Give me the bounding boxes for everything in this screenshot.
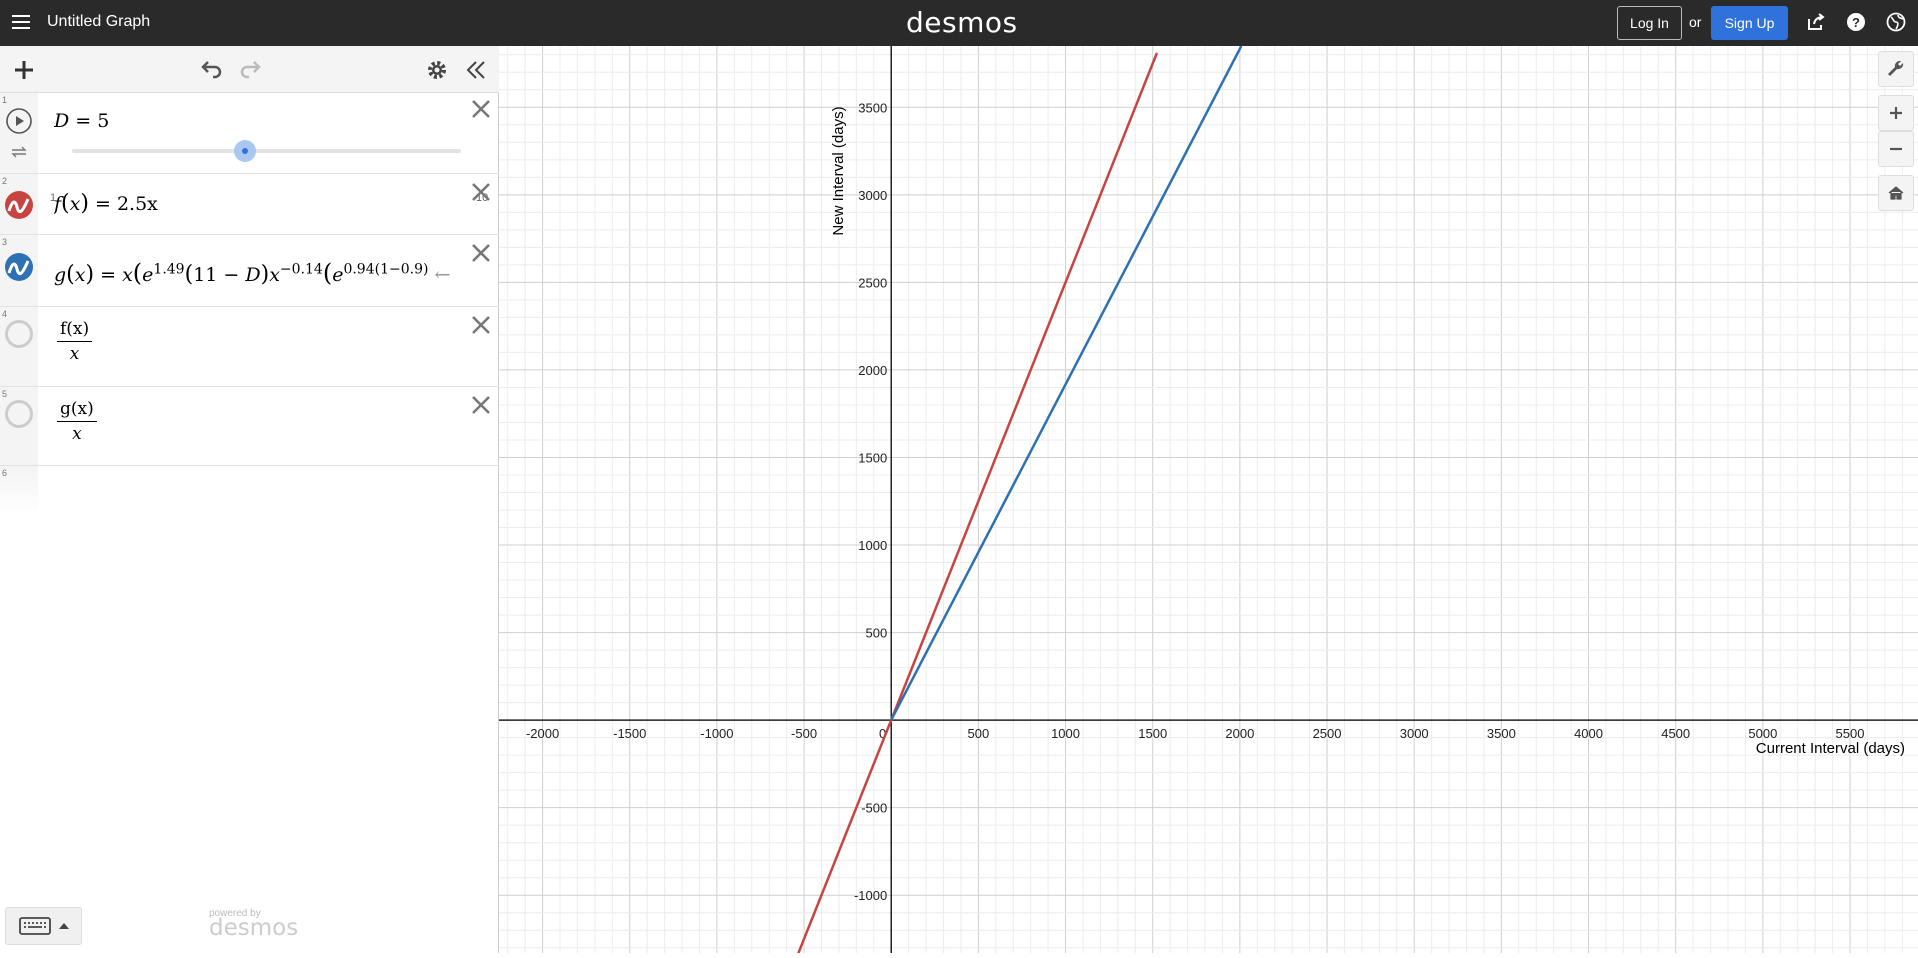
series-line-f <box>796 52 1159 956</box>
blue-graph-toggle-icon[interactable] <box>4 252 34 287</box>
expression-gutter: 6 <box>0 466 38 516</box>
x-tick-label: 1000 <box>1051 726 1080 741</box>
delete-expression-icon[interactable] <box>469 393 493 417</box>
slider-track[interactable] <box>72 140 461 162</box>
slider-expression[interactable]: D = 5 <box>54 110 109 132</box>
share-icon[interactable] <box>1806 12 1828 34</box>
x-tick-label: 4000 <box>1574 726 1603 741</box>
undo-icon[interactable] <box>197 56 225 84</box>
y-tick-label: -500 <box>861 801 887 816</box>
x-tick-label: -1000 <box>700 726 733 741</box>
expression-number: 4 <box>2 309 8 319</box>
fraction-numerator: g(x) <box>57 399 97 422</box>
expression-f-formula[interactable]: f(x) = 2.5x <box>54 191 158 216</box>
y-tick-label: 1500 <box>858 450 887 465</box>
expression-row-empty[interactable]: 6 <box>0 466 499 516</box>
expression-number: 5 <box>2 389 8 399</box>
x-tick-label: 2000 <box>1225 726 1254 741</box>
graph-settings-wrench-icon[interactable] <box>1878 51 1914 87</box>
expression-row-slider[interactable]: 1 D = 5 1 10 <box>0 93 499 204</box>
desmos-logo: desmos <box>906 6 1018 39</box>
x-tick-label: 2500 <box>1313 726 1342 741</box>
y-axis-label: New Interval (days) <box>830 106 847 235</box>
login-button[interactable]: Log In <box>1617 6 1682 40</box>
menu-icon[interactable] <box>10 11 32 33</box>
graph-title[interactable]: Untitled Graph <box>47 13 150 31</box>
collapse-panel-icon[interactable] <box>462 56 490 84</box>
globe-icon[interactable] <box>1886 12 1908 34</box>
expression-g-formula[interactable]: g(x) = x(e1.49(11 − D)x−0.14(e0.94(1−0.9… <box>54 259 464 287</box>
slider-thumb[interactable] <box>233 140 256 162</box>
expression-panel: 1 D = 5 1 10 2 f(x) = 2.5x 3 g(x) = x(e1… <box>0 46 499 953</box>
expression-gutter: 4 <box>0 307 38 386</box>
powered-by-logo: desmos <box>209 915 299 941</box>
zoom-in-icon[interactable] <box>1878 95 1914 131</box>
signup-button[interactable]: Sign Up <box>1711 6 1788 40</box>
expression-gutter: 3 <box>0 235 38 306</box>
expression-number: 1 <box>2 95 8 105</box>
x-tick-label: -1500 <box>613 726 646 741</box>
expression-gutter: 2 <box>0 174 38 234</box>
graph-paper[interactable]: -2000 -1500 -1000 -500 0 500 1000 1500 2000 2500 3… <box>499 45 1918 956</box>
hidden-graph-toggle-icon[interactable] <box>4 319 34 354</box>
x-tick-label: -500 <box>791 726 817 741</box>
zoom-out-icon[interactable] <box>1878 131 1914 167</box>
y-tick-label: 3000 <box>858 188 887 203</box>
or-text: or <box>1689 14 1702 30</box>
keyboard-toggle-button[interactable] <box>5 907 82 945</box>
delete-expression-icon[interactable] <box>469 313 493 337</box>
hidden-graph-toggle-icon[interactable] <box>4 399 34 434</box>
expression-gutter: 5 <box>0 387 38 465</box>
y-tick-label: 2000 <box>858 363 887 378</box>
slider-value: = 5 <box>75 110 110 132</box>
x-tick-label: 3500 <box>1487 726 1516 741</box>
variable-name: D <box>54 110 70 132</box>
expression-row-f[interactable]: 2 f(x) = 2.5x <box>0 174 499 235</box>
loop-icon[interactable] <box>10 145 28 164</box>
expression-gutter: 1 <box>0 93 38 173</box>
expression-number: 6 <box>2 468 8 478</box>
graph-canvas[interactable]: -2000 -1500 -1000 -500 0 500 1000 1500 2000 2500 3… <box>499 45 1918 956</box>
x-axis-label: Current Interval (days) <box>1756 740 1905 757</box>
fraction-g-over-x[interactable]: g(x) x <box>57 399 97 444</box>
x-tick-label: -2000 <box>526 726 559 741</box>
top-bar: Untitled Graph desmos Log In or Sign Up … <box>0 0 1918 46</box>
svg-text:?: ? <box>1852 15 1860 30</box>
y-tick-label: 2500 <box>858 275 887 290</box>
x-tick-label: 5000 <box>1748 726 1777 741</box>
expression-number: 2 <box>2 176 8 186</box>
fraction-denominator: x <box>72 424 82 444</box>
expression-toolbar <box>0 46 499 93</box>
expression-row-g-over-x[interactable]: 5 g(x) x <box>0 387 499 466</box>
expression-row-g[interactable]: 3 g(x) = x(e1.49(11 − D)x−0.14(e0.94(1−0… <box>0 235 499 307</box>
default-viewport-home-icon[interactable] <box>1878 175 1914 211</box>
delete-expression-icon[interactable] <box>469 241 493 265</box>
y-tick-label: 500 <box>866 626 888 641</box>
play-slider-icon[interactable] <box>5 107 33 140</box>
red-graph-toggle-icon[interactable] <box>4 190 34 225</box>
x-tick-label: 3000 <box>1400 726 1429 741</box>
settings-gear-icon[interactable] <box>423 56 451 84</box>
x-tick-label: 4500 <box>1661 726 1690 741</box>
help-icon[interactable]: ? <box>1846 12 1868 34</box>
delete-expression-icon[interactable] <box>469 180 493 204</box>
redo-icon[interactable] <box>237 56 265 84</box>
delete-expression-icon[interactable] <box>469 97 493 121</box>
fraction-denominator: x <box>69 344 80 364</box>
x-tick-label: 500 <box>968 726 990 741</box>
x-tick-label: 5500 <box>1836 726 1865 741</box>
fraction-f-over-x[interactable]: f(x) x <box>57 319 93 364</box>
y-tick-label: 1000 <box>858 538 887 553</box>
add-item-icon[interactable] <box>10 56 38 84</box>
y-tick-label: -1000 <box>854 888 887 903</box>
expression-number: 3 <box>2 237 8 247</box>
x-tick-label: 1500 <box>1138 726 1167 741</box>
expression-text: = 2.5x <box>95 193 158 215</box>
expression-row-f-over-x[interactable]: 4 f(x) x <box>0 307 499 387</box>
y-tick-label: 3500 <box>858 100 887 115</box>
fraction-numerator: f(x) <box>57 319 93 342</box>
